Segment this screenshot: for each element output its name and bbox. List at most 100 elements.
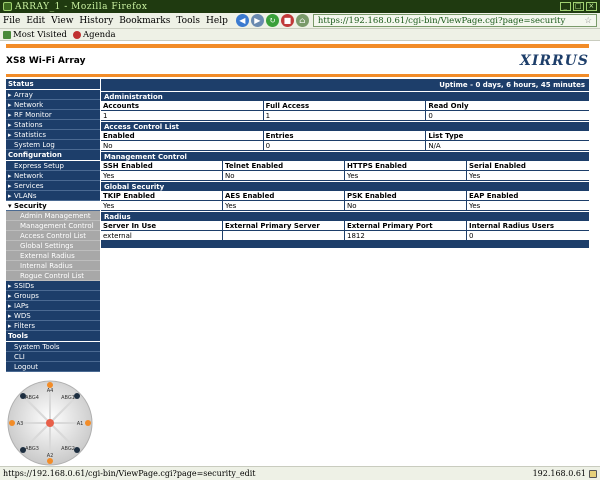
col-header: External Primary Port bbox=[345, 221, 467, 230]
maximize-button[interactable]: □ bbox=[573, 2, 584, 11]
stop-icon[interactable]: ■ bbox=[280, 14, 294, 27]
sidebar-item-cli[interactable]: CLI bbox=[6, 352, 100, 362]
menu-help[interactable]: Help bbox=[206, 16, 228, 26]
lock-icon[interactable] bbox=[589, 469, 597, 478]
cell-value: 1 bbox=[101, 111, 264, 120]
sidebar-item-iaps[interactable]: IAPs bbox=[6, 301, 100, 311]
sidebar-item-groups[interactable]: Groups bbox=[6, 291, 100, 301]
sidebar-item-ssids[interactable]: SSIDs bbox=[6, 281, 100, 291]
sidebar-item-statistics[interactable]: Statistics bbox=[6, 130, 100, 140]
sidebar-item-system-log[interactable]: System Log bbox=[6, 140, 100, 150]
col-header: Full Access bbox=[264, 101, 427, 110]
section-administration[interactable]: Administration bbox=[101, 91, 589, 101]
window-menu-icon[interactable] bbox=[3, 2, 12, 11]
status-link: https://192.168.0.61/cgi-bin/ViewPage.cg… bbox=[3, 469, 256, 478]
menu-bookmarks[interactable]: Bookmarks bbox=[119, 16, 170, 26]
bookmark-agenda[interactable]: Agenda bbox=[72, 30, 116, 40]
radio-label: A3 bbox=[17, 421, 24, 427]
sidebar-item-express-setup[interactable]: Express Setup bbox=[6, 161, 100, 171]
sidebar-subitem-internal-radius[interactable]: Internal Radius bbox=[6, 261, 100, 271]
sidebar-item-array[interactable]: Array bbox=[6, 90, 100, 100]
sidebar-header-tools: Tools bbox=[6, 331, 100, 342]
address-text: https://192.168.0.61/cgi-bin/ViewPage.cg… bbox=[317, 15, 566, 26]
home-icon[interactable]: ⌂ bbox=[295, 14, 309, 27]
sidebar-item-wds[interactable]: WDS bbox=[6, 311, 100, 321]
col-header: Server In Use bbox=[101, 221, 223, 230]
cell-value: No bbox=[345, 201, 467, 210]
menu-bar: File Edit View History Bookmarks Tools H… bbox=[0, 13, 600, 29]
bookmark-folder-icon bbox=[3, 30, 11, 39]
sidebar-item-vlans[interactable]: VLANs bbox=[6, 191, 100, 201]
window-titlebar: ARRAY_1 - Mozilla Firefox _ □ × bbox=[0, 0, 600, 13]
bookmark-star-icon[interactable]: ☆ bbox=[584, 16, 592, 26]
bookmark-label: Most Visited bbox=[13, 29, 67, 40]
cell-value: Yes bbox=[223, 201, 345, 210]
minimize-button[interactable]: _ bbox=[560, 2, 571, 11]
reload-icon[interactable]: ↻ bbox=[265, 14, 279, 27]
sidebar-header-configuration: Configuration bbox=[6, 150, 100, 161]
menu-view[interactable]: View bbox=[51, 16, 73, 26]
sidebar-subitem-global-settings[interactable]: Global Settings bbox=[6, 241, 100, 251]
uptime-bar: Uptime - 0 days, 6 hours, 45 minutes bbox=[101, 79, 589, 91]
section-access-control-list[interactable]: Access Control List bbox=[101, 121, 589, 131]
xirrus-logo: XIRRUS bbox=[520, 53, 589, 69]
menu-file[interactable]: File bbox=[3, 16, 20, 26]
bookmark-most-visited[interactable]: Most Visited bbox=[3, 30, 67, 40]
col-header: AES Enabled bbox=[223, 191, 345, 200]
col-header: HTTPS Enabled bbox=[345, 161, 467, 170]
cell-value: 0 bbox=[264, 141, 427, 150]
page-content: XS8 Wi-Fi Array XIRRUS Status Array Netw… bbox=[0, 41, 600, 466]
cell-value: Yes bbox=[101, 201, 223, 210]
cell-value: No bbox=[223, 171, 345, 180]
menu-tools[interactable]: Tools bbox=[176, 16, 200, 26]
table-header-row: TKIP Enabled AES Enabled PSK Enabled EAP… bbox=[101, 191, 589, 201]
col-header: Entries bbox=[264, 131, 427, 140]
address-bar[interactable]: https://192.168.0.61/cgi-bin/ViewPage.cg… bbox=[312, 14, 597, 27]
col-header: Serial Enabled bbox=[469, 162, 526, 170]
header-rule-bottom bbox=[6, 74, 589, 77]
radio-label: ABG1 bbox=[61, 395, 75, 401]
sidebar-subitem-access-control-list[interactable]: Access Control List bbox=[6, 231, 100, 241]
radio-a1-dot bbox=[85, 420, 91, 426]
cell-value: Yes bbox=[345, 171, 467, 180]
cell-value: Yes bbox=[469, 172, 481, 180]
sidebar-item-logout[interactable]: Logout bbox=[6, 362, 100, 372]
sidebar-subitem-admin-management[interactable]: Admin Management bbox=[6, 211, 100, 221]
forward-icon[interactable]: ▶ bbox=[250, 14, 264, 27]
table-header-row: Accounts Full Access Read Only bbox=[101, 101, 589, 111]
sidebar-subitem-rogue-control-list[interactable]: Rogue Control List bbox=[6, 271, 100, 281]
menu-edit[interactable]: Edit bbox=[26, 16, 45, 26]
sidebar-item-config-network[interactable]: Network bbox=[6, 171, 100, 181]
center-indicator bbox=[46, 419, 54, 427]
cell-value: Yes bbox=[101, 171, 223, 180]
section-radius[interactable]: Radius bbox=[101, 211, 589, 221]
sidebar-item-services[interactable]: Services bbox=[6, 181, 100, 191]
sidebar-item-stations[interactable]: Stations bbox=[6, 120, 100, 130]
table-row: Yes Yes No Yes bbox=[101, 201, 589, 211]
menu-history[interactable]: History bbox=[79, 16, 113, 26]
sidebar-item-filters[interactable]: Filters bbox=[6, 321, 100, 331]
close-button[interactable]: × bbox=[586, 2, 597, 11]
sidebar-subitem-management-control[interactable]: Management Control bbox=[6, 221, 100, 231]
cell-value: N/A bbox=[428, 142, 441, 150]
cell-value: external bbox=[101, 231, 223, 240]
page-header: XS8 Wi-Fi Array XIRRUS bbox=[6, 48, 589, 74]
main-panel: Uptime - 0 days, 6 hours, 45 minutes Adm… bbox=[101, 79, 589, 248]
col-header: Enabled bbox=[101, 131, 264, 140]
back-icon[interactable]: ◀ bbox=[235, 14, 249, 27]
col-header: SSH Enabled bbox=[101, 161, 223, 170]
col-header: Accounts bbox=[101, 101, 264, 110]
sidebar-item-system-tools[interactable]: System Tools bbox=[6, 342, 100, 352]
table-header-row: Server In Use External Primary Server Ex… bbox=[101, 221, 589, 231]
cell-value bbox=[223, 231, 345, 240]
sidebar-item-network[interactable]: Network bbox=[6, 100, 100, 110]
col-header: Telnet Enabled bbox=[223, 161, 345, 170]
section-global-security[interactable]: Global Security bbox=[101, 181, 589, 191]
array-diagram: A4 ABG1 A1 ABG2 A2 ABG3 A3 ABG4 bbox=[7, 380, 93, 466]
section-management-control[interactable]: Management Control bbox=[101, 151, 589, 161]
sidebar-header-status: Status bbox=[6, 79, 100, 90]
window-title: ARRAY_1 - Mozilla Firefox bbox=[15, 1, 148, 12]
sidebar-item-rf-monitor[interactable]: RF Monitor bbox=[6, 110, 100, 120]
sidebar-item-security[interactable]: Security bbox=[6, 201, 100, 211]
sidebar-subitem-external-radius[interactable]: External Radius bbox=[6, 251, 100, 261]
